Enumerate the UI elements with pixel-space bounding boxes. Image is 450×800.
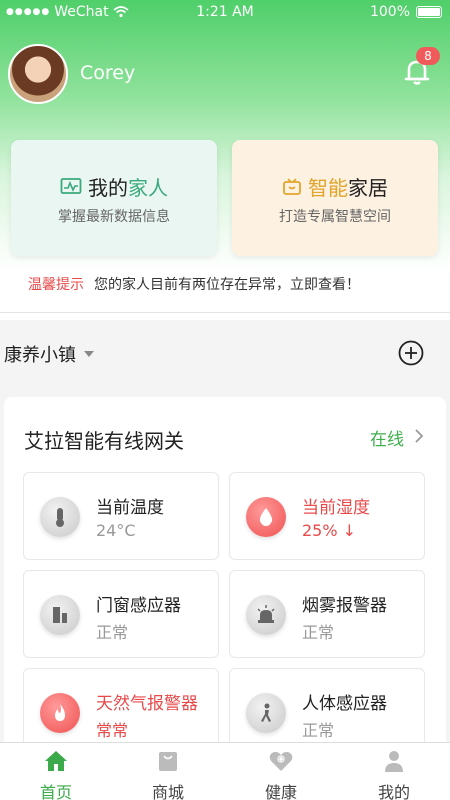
chevron-right-icon[interactable] xyxy=(412,427,426,445)
location-selector[interactable]: 康养小镇 xyxy=(4,341,94,367)
bottom-tab-bar: 首页 商城 健康 我的 xyxy=(0,742,450,800)
gateway-title: 艾拉智能有线网关 xyxy=(24,429,184,453)
smoke-alarm-icon xyxy=(246,595,286,635)
notification-badge: 8 xyxy=(416,47,440,65)
person-icon xyxy=(385,751,403,772)
device-tile-door-sensor[interactable]: 门窗感应器 正常 xyxy=(23,570,219,658)
tv-icon xyxy=(283,177,301,195)
battery-icon xyxy=(416,6,442,18)
section-divider xyxy=(0,312,450,313)
add-device-button[interactable] xyxy=(398,340,424,366)
tab-label: 商城 xyxy=(151,783,184,800)
tab-mine[interactable]: 我的 xyxy=(338,743,450,800)
shopping-bag-icon xyxy=(159,752,177,771)
gateway-panel: 艾拉智能有线网关 在线 当前温度 24°C 当前湿度 25% ↓ 门窗感应器 正… xyxy=(4,397,446,757)
my-family-title-highlight: 家人 xyxy=(128,176,168,200)
smart-home-subtitle: 打造专属智慧空间 xyxy=(279,209,391,225)
chart-monitor-icon xyxy=(60,177,82,194)
tab-health[interactable]: 健康 xyxy=(225,743,337,800)
humidity-drop-icon xyxy=(246,497,286,537)
device-name: 当前湿度 xyxy=(302,498,370,518)
device-name: 天然气报警器 xyxy=(96,694,198,714)
thermometer-icon xyxy=(40,497,80,537)
smart-home-title: 智能 家居 xyxy=(232,172,438,201)
device-name: 人体感应器 xyxy=(302,694,387,714)
warm-tip[interactable]: 温馨提示 您的家人目前有两位存在异常，立即查看！ xyxy=(28,274,360,294)
tab-home[interactable]: 首页 xyxy=(0,743,112,800)
gas-flame-icon xyxy=(40,693,80,733)
home-icon xyxy=(45,751,67,771)
user-name[interactable]: Corey xyxy=(80,62,135,84)
tip-label: 温馨提示 xyxy=(28,277,84,293)
device-value: 常常 xyxy=(96,721,129,740)
chevron-down-icon xyxy=(84,351,94,357)
door-sensor-icon xyxy=(40,595,80,635)
smart-home-title-highlight: 智能 xyxy=(308,176,348,200)
device-value: 24°C xyxy=(96,521,136,540)
smart-home-title-suffix: 家居 xyxy=(348,176,388,200)
person-walking-icon xyxy=(246,693,286,733)
my-family-title-prefix: 我的 xyxy=(88,176,128,200)
my-family-subtitle: 掌握最新数据信息 xyxy=(58,209,170,225)
device-tile-humidity[interactable]: 当前湿度 25% ↓ xyxy=(229,472,425,560)
device-value: 25% ↓ xyxy=(302,521,357,540)
device-tile-smoke-alarm[interactable]: 烟雾报警器 正常 xyxy=(229,570,425,658)
smart-home-card[interactable]: 智能 家居 打造专属智慧空间 xyxy=(232,140,438,256)
device-tile-temperature[interactable]: 当前温度 24°C xyxy=(23,472,219,560)
location-name: 康养小镇 xyxy=(4,345,76,366)
my-family-title: 我的 家人 xyxy=(11,172,217,201)
device-value: 正常 xyxy=(302,623,335,642)
device-value: 正常 xyxy=(302,721,335,740)
device-name: 门窗感应器 xyxy=(96,596,181,616)
tab-shop[interactable]: 商城 xyxy=(112,743,224,800)
tip-message: 您的家人目前有两位存在异常，立即查看！ xyxy=(94,277,360,293)
battery-percent: 100% xyxy=(369,4,410,20)
health-heart-icon xyxy=(269,751,293,771)
device-value: 正常 xyxy=(96,623,129,642)
gateway-status[interactable]: 在线 xyxy=(370,425,404,450)
device-name: 当前温度 xyxy=(96,498,164,518)
status-bar: ●●●●● WeChat 1:21 AM 100% xyxy=(0,0,450,26)
tab-label: 首页 xyxy=(39,783,72,800)
my-family-card[interactable]: 我的 家人 掌握最新数据信息 xyxy=(11,140,217,256)
status-right: 100% xyxy=(370,4,442,20)
avatar[interactable] xyxy=(8,44,68,104)
device-name: 烟雾报警器 xyxy=(302,596,387,616)
tab-label: 我的 xyxy=(377,783,410,800)
tab-label: 健康 xyxy=(264,783,297,800)
